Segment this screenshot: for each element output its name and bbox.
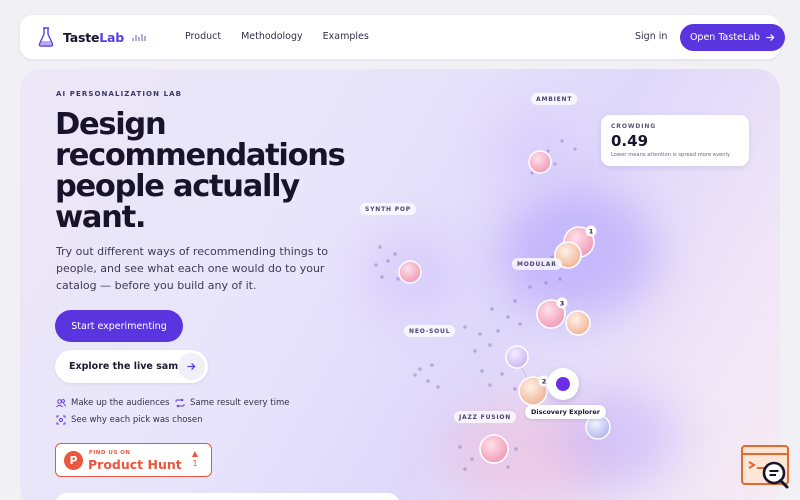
chat-support-button[interactable] [740,444,792,490]
arrow-right-icon [766,34,775,41]
brand-name-prefix: Taste [63,29,100,45]
brand-name-suffix: Lab [99,29,124,45]
open-tastelab-button[interactable]: Open TasteLab [680,24,785,51]
neo-soul-node[interactable] [505,345,529,369]
jazz-fusion-node[interactable] [479,434,509,464]
flask-icon [38,27,54,47]
cluster-label-neo-soul: NEO-SOUL [404,325,456,337]
open-tastelab-label: Open TasteLab [689,32,761,43]
nav-links: Product Methodology Examples [185,31,369,42]
hero-section: AI PERSONALIZATION LAB Design recommenda… [20,69,780,500]
node-peach[interactable] [565,310,591,336]
rank-badge: 3 [556,297,568,309]
nav-link-examples[interactable]: Examples [323,31,369,42]
crowding-label: CROWDING [611,123,657,130]
nav-link-methodology[interactable]: Methodology [241,31,303,42]
cluster-label-ambient: AMBIENT [531,93,578,105]
chat-support-icon [741,445,789,489]
svg-text:1: 1 [589,228,594,236]
cluster-label-jazz-fusion: JAZZ FUSION [454,411,517,423]
cluster-label-modular: MODULAR [512,258,562,270]
nav-link-product[interactable]: Product [185,31,221,42]
sign-in-link[interactable]: Sign in [635,31,667,42]
ambient-node[interactable] [528,150,552,174]
synth-pop-node[interactable] [398,260,422,284]
discovery-explorer-node[interactable] [547,368,579,400]
crowding-note: Lower means attention is spread more eve… [611,152,731,158]
explorer-dot [556,377,570,391]
svg-text:3: 3 [560,300,565,308]
rank-badge: 1 [585,225,597,237]
signal-bars-icon [132,33,146,41]
brand-name: TasteLab [63,30,124,45]
top-navigation: TasteLab Product Methodology Examples Si… [20,15,785,59]
svg-text:2: 2 [542,378,547,386]
brand-logo[interactable]: TasteLab [38,27,146,47]
cluster-label-synth-pop: SYNTH POP [360,203,416,215]
crowding-card: CROWDING 0.49 Lower means attention is s… [601,115,749,166]
crowding-value: 0.49 [611,132,649,150]
discovery-explorer-label: Discovery Explorer [525,405,606,419]
